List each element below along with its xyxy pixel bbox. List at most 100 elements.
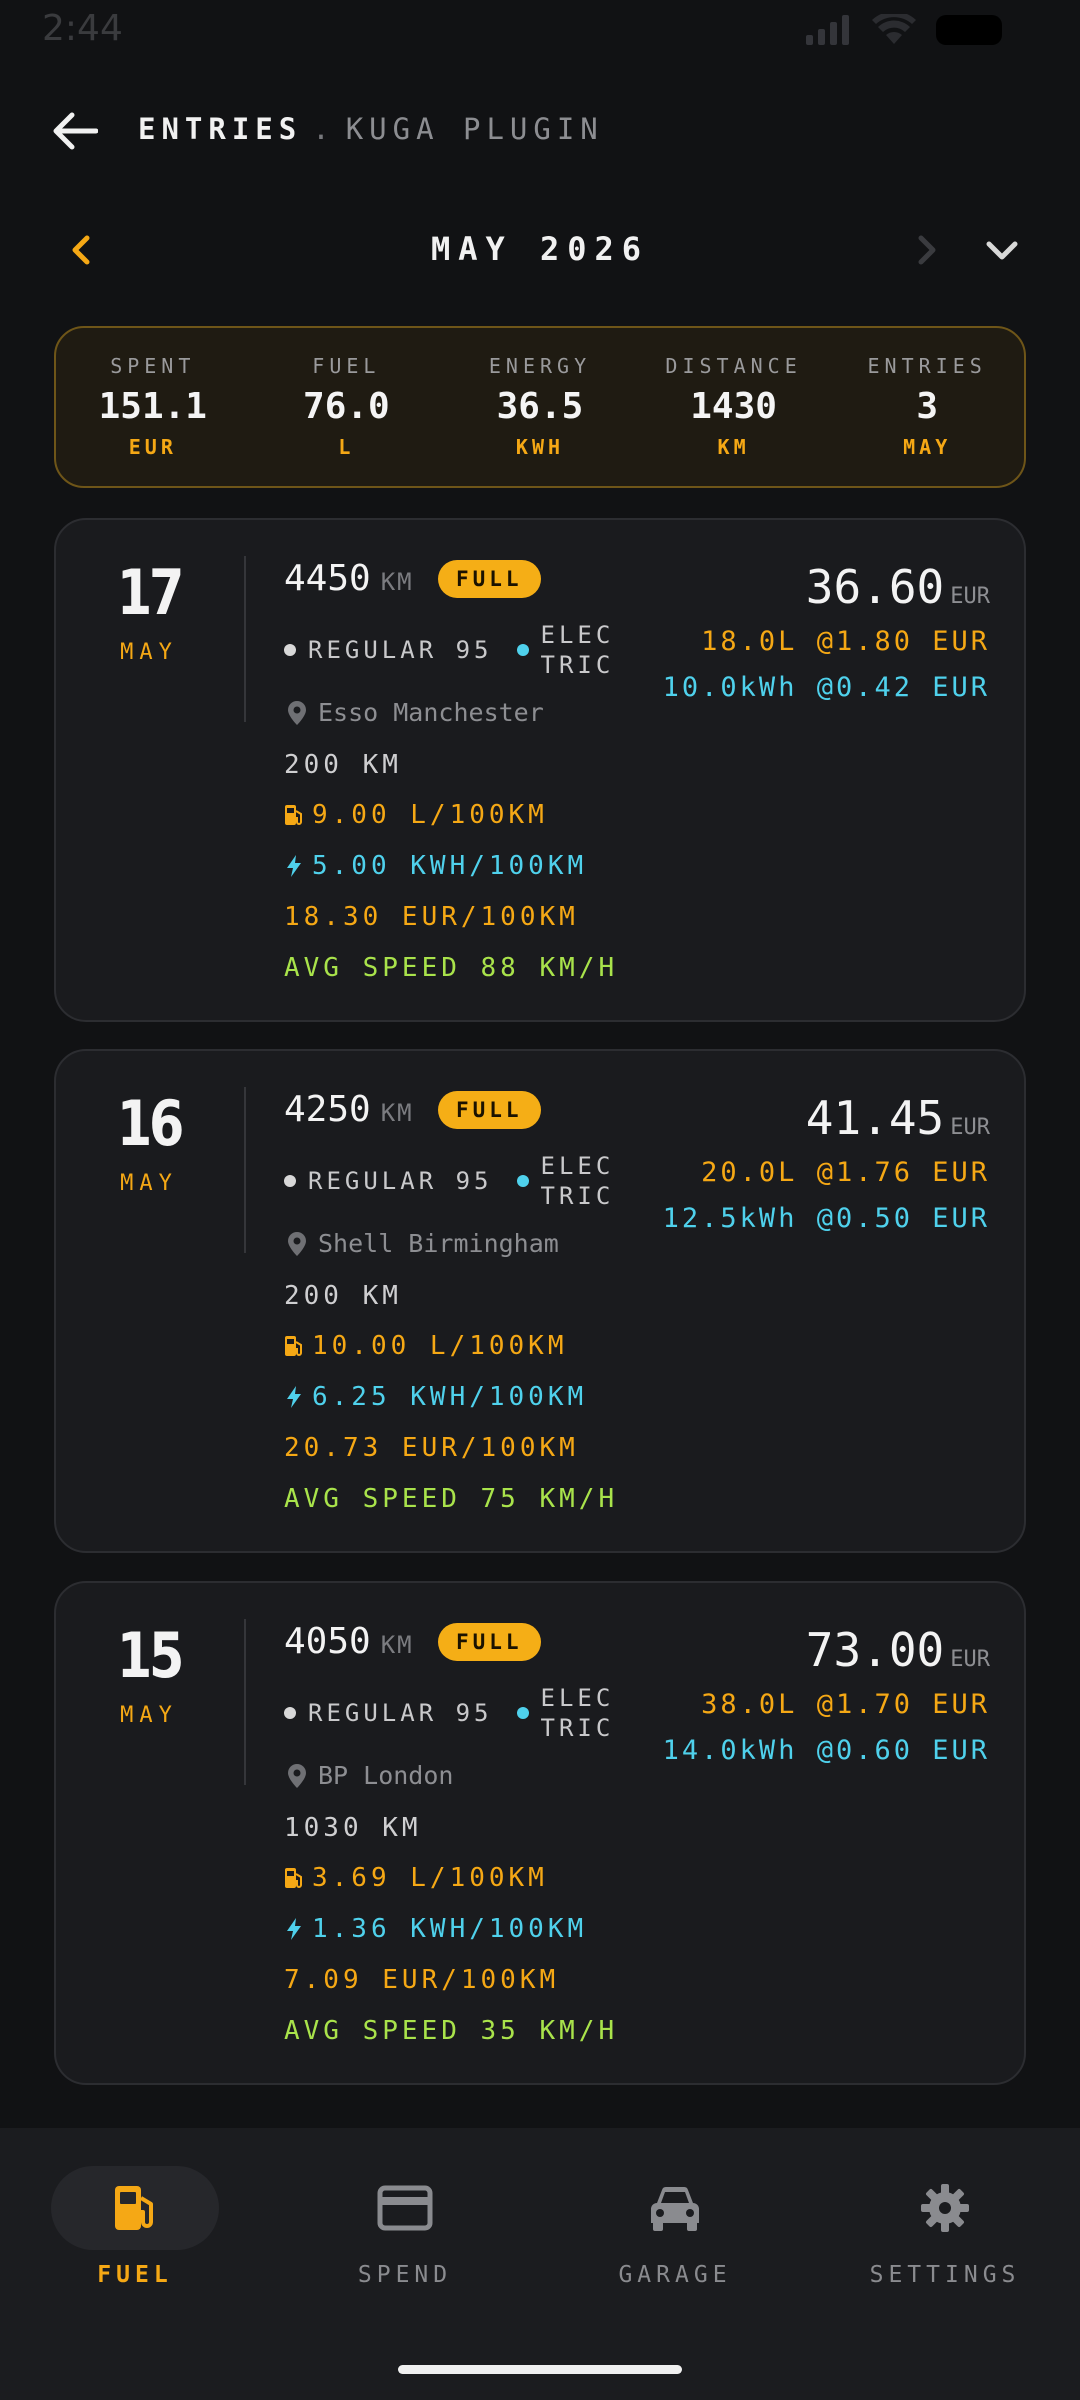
full-tank-badge: FULL	[438, 1623, 541, 1661]
nav-pill	[51, 2166, 219, 2250]
entry-currency: EUR	[950, 1115, 990, 1140]
summary-value: 151.1	[98, 386, 207, 427]
page-title: ENTRIES. KUGA PLUGIN	[138, 112, 604, 146]
lightning-bolt-icon	[287, 1386, 301, 1408]
fuel-type: REGULAR 95	[308, 1167, 493, 1195]
entry-day: 17	[116, 556, 184, 629]
energy-consumption-value: 5.00 KWH/100KM	[312, 851, 588, 881]
odometer-value: 4050	[284, 1621, 371, 1662]
status-bar: 2:44	[0, 0, 1080, 60]
cellular-signal-icon	[806, 15, 849, 45]
summary-value: 3	[916, 386, 939, 427]
entry-day: 16	[116, 1087, 184, 1160]
electric-dot	[516, 1175, 529, 1187]
energy-type: ELECTRIC	[540, 1684, 615, 1742]
back-button[interactable]	[48, 104, 102, 158]
entry-currency: EUR	[950, 1647, 990, 1672]
fuel-consumption: 10.00 L/100KM	[284, 1331, 568, 1361]
entry-price: 41.45	[805, 1091, 945, 1145]
fuel-detail: 20.0L @1.76 EUR	[701, 1157, 990, 1188]
station-name: Shell Birmingham	[318, 1229, 559, 1258]
fuel-dot	[284, 644, 296, 656]
entry-card[interactable]: 15 MAY 4050 KM FULL REGULAR 95 ELECTRIC …	[54, 1581, 1026, 2085]
entry-total: 36.60 EUR	[806, 560, 990, 614]
odometer-value: 4450	[284, 558, 371, 599]
summary-label: ENTRIES	[867, 354, 987, 378]
entry-month: MAY	[120, 640, 178, 665]
nav-pill	[321, 2166, 489, 2250]
summary-unit: L	[338, 435, 355, 459]
cost-per-distance: 20.73 EUR/100KM	[284, 1433, 579, 1463]
fuel-type: REGULAR 95	[308, 636, 493, 664]
nav-item-settings[interactable]: SETTINGS	[810, 2166, 1080, 2346]
summary-unit: MAY	[903, 435, 952, 459]
lightning-bolt-icon	[287, 855, 301, 877]
average-speed: AVG SPEED 35 KM/H	[284, 2016, 619, 2046]
chevron-down-icon	[986, 241, 1018, 260]
average-speed: AVG SPEED 88 KM/H	[284, 953, 619, 983]
divider	[244, 556, 246, 722]
entry-day: 15	[116, 1619, 184, 1692]
arrow-left-icon	[53, 112, 98, 150]
summary-energy: ENERGY 36.5 KWH	[443, 328, 637, 486]
entry-currency: EUR	[950, 584, 990, 609]
odometer-unit: KM	[380, 1631, 414, 1659]
nav-item-spend[interactable]: SPEND	[270, 2166, 540, 2346]
chevron-right-icon	[918, 235, 936, 265]
home-indicator[interactable]	[398, 2365, 682, 2374]
station-name: Esso Manchester	[318, 698, 544, 727]
lightning-bolt-icon	[287, 1918, 301, 1940]
page-title-vehicle: KUGA PLUGIN	[345, 112, 604, 146]
nav-label: GARAGE	[618, 2262, 732, 2288]
fuel-consumption-value: 3.69 L/100KM	[312, 1863, 548, 1893]
summary-entries: ENTRIES 3 MAY	[830, 328, 1024, 486]
odometer: 4450 KM	[284, 558, 414, 599]
car-icon	[651, 2186, 699, 2231]
energy-consumption: 6.25 KWH/100KM	[284, 1382, 587, 1412]
nav-item-fuel[interactable]: FUEL	[0, 2166, 270, 2346]
average-speed: AVG SPEED 75 KM/H	[284, 1484, 619, 1514]
energy-consumption-value: 6.25 KWH/100KM	[312, 1382, 588, 1412]
nav-item-garage[interactable]: GARAGE	[540, 2166, 810, 2346]
fuel-pump-icon	[285, 805, 302, 825]
entry-month: MAY	[120, 1703, 178, 1728]
energy-detail: 12.5kWh @0.50 EUR	[662, 1203, 990, 1234]
nav-label: SETTINGS	[869, 2262, 1021, 2288]
fuel-type-tags: REGULAR 95 ELECTRIC	[284, 620, 621, 680]
entry-card[interactable]: 17 MAY 4450 KM FULL REGULAR 95 ELECTRIC …	[54, 518, 1026, 1022]
fuel-type-tags: REGULAR 95 ELECTRIC	[284, 1683, 621, 1743]
nav-label: FUEL	[97, 2262, 173, 2288]
electric-dot	[516, 644, 529, 656]
summary-label: DISTANCE	[665, 354, 802, 378]
summary-label: FUEL	[312, 354, 381, 378]
summary-distance: DISTANCE 1430 KM	[637, 328, 831, 486]
fuel-type: REGULAR 95	[308, 1699, 493, 1727]
battery-icon	[936, 15, 1002, 45]
summary-unit: KWH	[515, 435, 565, 459]
nav-pill	[861, 2166, 1029, 2250]
fuel-consumption: 3.69 L/100KM	[284, 1863, 548, 1893]
page-title-separator: .	[312, 112, 336, 146]
wifi-icon	[872, 14, 916, 44]
entry-price: 73.00	[805, 1623, 945, 1677]
fuel-consumption-value: 10.00 L/100KM	[312, 1331, 568, 1361]
summary-value: 36.5	[496, 386, 584, 427]
full-tank-badge: FULL	[438, 560, 541, 598]
summary-value: 76.0	[303, 386, 390, 427]
energy-type: ELECTRIC	[540, 1152, 615, 1210]
entry-price: 36.60	[805, 560, 945, 614]
location-pin-icon	[288, 1231, 306, 1256]
energy-detail: 14.0kWh @0.60 EUR	[662, 1735, 990, 1766]
bottom-navigation: FUEL SPEND GARAGE SETTINGS	[0, 2128, 1080, 2400]
fuel-consumption-value: 9.00 L/100KM	[312, 800, 548, 830]
next-month-button	[906, 230, 946, 270]
page-title-main: ENTRIES	[138, 112, 303, 146]
month-dropdown-button[interactable]	[980, 230, 1024, 270]
odometer-unit: KM	[380, 1099, 414, 1127]
fuel-dot	[284, 1707, 296, 1719]
gear-icon	[921, 2184, 969, 2232]
energy-type: ELECTRIC	[540, 621, 615, 679]
entry-card[interactable]: 16 MAY 4250 KM FULL REGULAR 95 ELECTRIC …	[54, 1049, 1026, 1553]
fuel-pump-icon	[285, 1336, 302, 1356]
fuel-consumption: 9.00 L/100KM	[284, 800, 548, 830]
